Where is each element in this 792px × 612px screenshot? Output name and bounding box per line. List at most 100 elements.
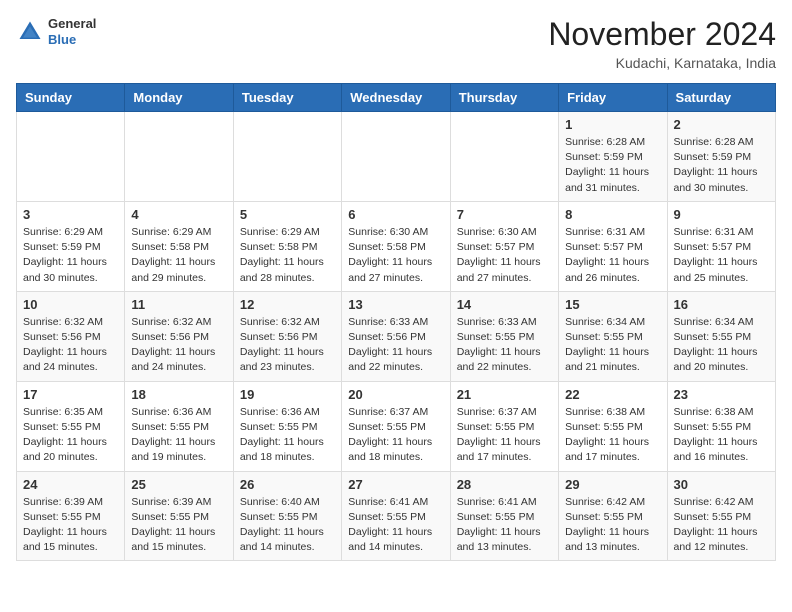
calendar-cell: 19Sunrise: 6:36 AM Sunset: 5:55 PM Dayli… (233, 381, 341, 471)
calendar-cell: 17Sunrise: 6:35 AM Sunset: 5:55 PM Dayli… (17, 381, 125, 471)
day-info: Sunrise: 6:41 AM Sunset: 5:55 PM Dayligh… (457, 495, 552, 556)
calendar-cell: 16Sunrise: 6:34 AM Sunset: 5:55 PM Dayli… (667, 291, 775, 381)
weekday-header-thursday: Thursday (450, 84, 558, 112)
day-info: Sunrise: 6:38 AM Sunset: 5:55 PM Dayligh… (565, 405, 660, 466)
calendar-cell: 4Sunrise: 6:29 AM Sunset: 5:58 PM Daylig… (125, 201, 233, 291)
day-number: 20 (348, 387, 443, 402)
calendar-cell: 25 Sunrise: 6:39 AM Sunset: 5:55 PM Dayli… (125, 471, 233, 561)
title-block: November 2024 Kudachi, Karnataka, India (548, 16, 776, 71)
day-number: 1 (565, 117, 660, 132)
day-number: 6 (348, 207, 443, 222)
calendar-week-2: 3 Sunrise: 6:29 AM Sunset: 5:59 PM Daylig… (17, 201, 776, 291)
logo: General Blue (16, 16, 96, 47)
calendar-week-4: 17Sunrise: 6:35 AM Sunset: 5:55 PM Dayli… (17, 381, 776, 471)
day-info: Sunrise: 6:29 AM Sunset: 5:59 PM Dayligh… (23, 225, 118, 286)
day-info: Sunrise: 6:33 AM Sunset: 5:56 PM Dayligh… (348, 315, 443, 376)
day-info: Sunrise: 6:31 AM Sunset: 5:57 PM Dayligh… (565, 225, 660, 286)
calendar-cell: 9Sunrise: 6:31 AM Sunset: 5:57 PM Daylig… (667, 201, 775, 291)
month-year-title: November 2024 (548, 16, 776, 53)
day-number: 9 (674, 207, 769, 222)
day-info: Sunrise: 6:42 AM Sunset: 5:55 PM Dayligh… (674, 495, 769, 556)
calendar-week-5: 24Sunrise: 6:39 AM Sunset: 5:55 PM Dayli… (17, 471, 776, 561)
day-number: 27 (348, 477, 443, 492)
calendar-week-3: 10 Sunrise: 6:32 AM Sunset: 5:56 PM Dayli… (17, 291, 776, 381)
day-number: 16 (674, 297, 769, 312)
day-info: Sunrise: 6:32 AM Sunset: 5:56 PM Dayligh… (240, 315, 335, 376)
day-info: Sunrise: 6:42 AM Sunset: 5:55 PM Dayligh… (565, 495, 660, 556)
day-info: Sunrise: 6:36 AM Sunset: 5:55 PM Dayligh… (131, 405, 226, 466)
day-number: 21 (457, 387, 552, 402)
calendar-cell: 3 Sunrise: 6:29 AM Sunset: 5:59 PM Daylig… (17, 201, 125, 291)
day-number: 17 (23, 387, 118, 402)
day-info: Sunrise: 6:30 AM Sunset: 5:58 PM Dayligh… (348, 225, 443, 286)
calendar-cell (233, 112, 341, 202)
day-number: 4 (131, 207, 226, 222)
day-number: 22 (565, 387, 660, 402)
day-number: 15 (565, 297, 660, 312)
logo-general: General (48, 16, 96, 32)
day-info: Sunrise: 6:39 AM Sunset: 5:55 PM Dayligh… (131, 495, 226, 556)
calendar-cell: 7Sunrise: 6:30 AM Sunset: 5:57 PM Daylig… (450, 201, 558, 291)
day-number: 5 (240, 207, 335, 222)
day-number: 25 (131, 477, 226, 492)
calendar-cell: 24Sunrise: 6:39 AM Sunset: 5:55 PM Dayli… (17, 471, 125, 561)
weekday-header-monday: Monday (125, 84, 233, 112)
day-number: 26 (240, 477, 335, 492)
logo-text: General Blue (48, 16, 96, 47)
calendar-week-1: 1 Sunrise: 6:28 AM Sunset: 5:59 PM Daylig… (17, 112, 776, 202)
day-info: Sunrise: 6:28 AM Sunset: 5:59 PM Dayligh… (565, 135, 660, 196)
day-info: Sunrise: 6:29 AM Sunset: 5:58 PM Dayligh… (240, 225, 335, 286)
calendar-cell: 27Sunrise: 6:41 AM Sunset: 5:55 PM Dayli… (342, 471, 450, 561)
calendar-cell: 5 Sunrise: 6:29 AM Sunset: 5:58 PM Daylig… (233, 201, 341, 291)
weekday-header-saturday: Saturday (667, 84, 775, 112)
calendar-cell (125, 112, 233, 202)
day-number: 10 (23, 297, 118, 312)
day-info: Sunrise: 6:40 AM Sunset: 5:55 PM Dayligh… (240, 495, 335, 556)
day-number: 3 (23, 207, 118, 222)
calendar-cell (17, 112, 125, 202)
day-info: Sunrise: 6:37 AM Sunset: 5:55 PM Dayligh… (348, 405, 443, 466)
weekday-header-sunday: Sunday (17, 84, 125, 112)
day-number: 2 (674, 117, 769, 132)
calendar-cell: 18 Sunrise: 6:36 AM Sunset: 5:55 PM Dayli… (125, 381, 233, 471)
day-info: Sunrise: 6:38 AM Sunset: 5:55 PM Dayligh… (674, 405, 769, 466)
calendar-cell: 13Sunrise: 6:33 AM Sunset: 5:56 PM Dayli… (342, 291, 450, 381)
calendar-cell: 1 Sunrise: 6:28 AM Sunset: 5:59 PM Daylig… (559, 112, 667, 202)
calendar-cell: 22 Sunrise: 6:38 AM Sunset: 5:55 PM Dayli… (559, 381, 667, 471)
day-info: Sunrise: 6:28 AM Sunset: 5:59 PM Dayligh… (674, 135, 769, 196)
location-subtitle: Kudachi, Karnataka, India (548, 55, 776, 71)
day-number: 28 (457, 477, 552, 492)
day-number: 14 (457, 297, 552, 312)
calendar-cell: 23Sunrise: 6:38 AM Sunset: 5:55 PM Dayli… (667, 381, 775, 471)
day-info: Sunrise: 6:32 AM Sunset: 5:56 PM Dayligh… (23, 315, 118, 376)
calendar-cell: 15 Sunrise: 6:34 AM Sunset: 5:55 PM Dayli… (559, 291, 667, 381)
weekday-header-wednesday: Wednesday (342, 84, 450, 112)
calendar-header: SundayMondayTuesdayWednesdayThursdayFrid… (17, 84, 776, 112)
calendar-cell: 10 Sunrise: 6:32 AM Sunset: 5:56 PM Dayli… (17, 291, 125, 381)
calendar-cell (450, 112, 558, 202)
calendar-cell: 26 Sunrise: 6:40 AM Sunset: 5:55 PM Dayli… (233, 471, 341, 561)
calendar-cell: 29 Sunrise: 6:42 AM Sunset: 5:55 PM Dayli… (559, 471, 667, 561)
calendar-body: 1 Sunrise: 6:28 AM Sunset: 5:59 PM Daylig… (17, 112, 776, 561)
day-number: 19 (240, 387, 335, 402)
calendar-cell (342, 112, 450, 202)
weekday-header-tuesday: Tuesday (233, 84, 341, 112)
calendar-cell: 12Sunrise: 6:32 AM Sunset: 5:56 PM Dayli… (233, 291, 341, 381)
calendar-cell: 8 Sunrise: 6:31 AM Sunset: 5:57 PM Daylig… (559, 201, 667, 291)
calendar-cell: 14Sunrise: 6:33 AM Sunset: 5:55 PM Dayli… (450, 291, 558, 381)
day-number: 30 (674, 477, 769, 492)
day-number: 29 (565, 477, 660, 492)
day-number: 11 (131, 297, 226, 312)
day-number: 8 (565, 207, 660, 222)
calendar-cell: 2 Sunrise: 6:28 AM Sunset: 5:59 PM Daylig… (667, 112, 775, 202)
day-number: 7 (457, 207, 552, 222)
day-number: 18 (131, 387, 226, 402)
calendar-table: SundayMondayTuesdayWednesdayThursdayFrid… (16, 83, 776, 561)
day-info: Sunrise: 6:32 AM Sunset: 5:56 PM Dayligh… (131, 315, 226, 376)
calendar-cell: 21Sunrise: 6:37 AM Sunset: 5:55 PM Dayli… (450, 381, 558, 471)
day-info: Sunrise: 6:39 AM Sunset: 5:55 PM Dayligh… (23, 495, 118, 556)
calendar-cell: 30 Sunrise: 6:42 AM Sunset: 5:55 PM Dayli… (667, 471, 775, 561)
weekday-header-friday: Friday (559, 84, 667, 112)
calendar-cell: 6 Sunrise: 6:30 AM Sunset: 5:58 PM Daylig… (342, 201, 450, 291)
day-info: Sunrise: 6:34 AM Sunset: 5:55 PM Dayligh… (565, 315, 660, 376)
